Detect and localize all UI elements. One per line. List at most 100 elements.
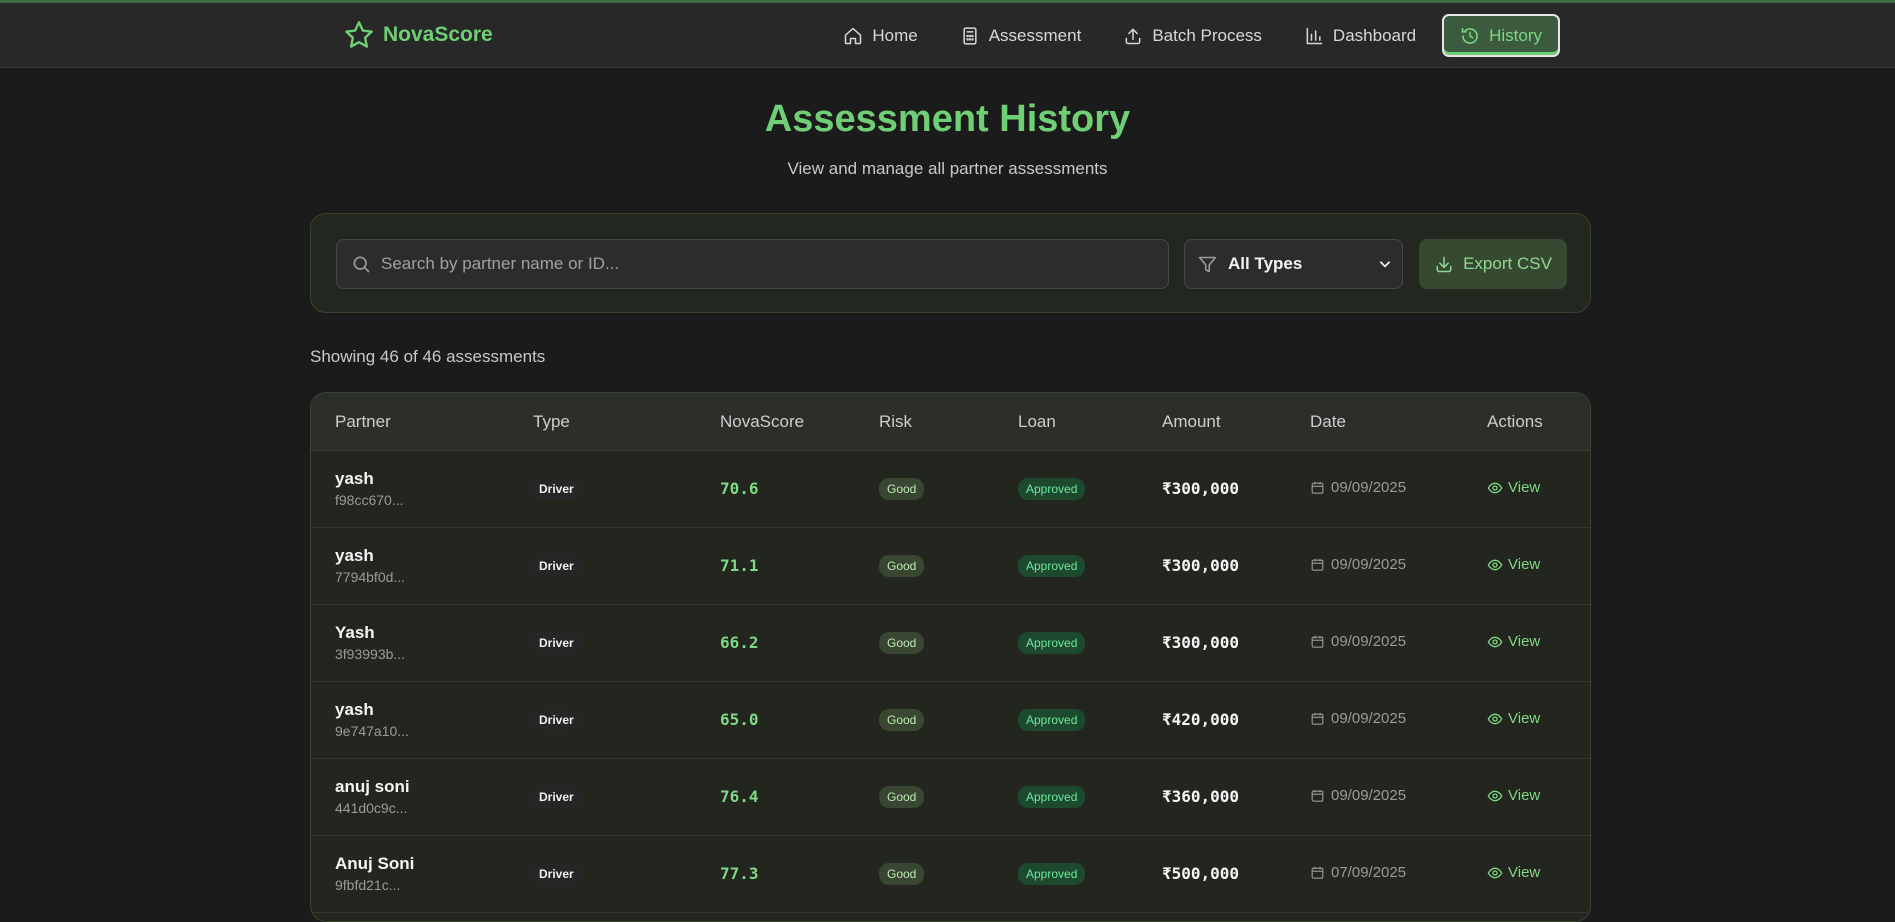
- history-icon: [1461, 27, 1478, 44]
- partner-name: anuj soni: [335, 777, 410, 796]
- eye-icon: [1487, 867, 1503, 878]
- novascore-value: 76.4: [720, 787, 759, 806]
- nav-history-label: History: [1489, 25, 1542, 45]
- partner-name: Yash: [335, 623, 375, 642]
- export-csv-button[interactable]: Export CSV: [1419, 239, 1567, 289]
- nav-home-label: Home: [872, 25, 918, 45]
- partner-name: yash: [335, 469, 374, 488]
- bar-chart-icon: [1306, 27, 1323, 44]
- header-date: Date: [1310, 412, 1346, 431]
- page-title: Assessment History: [764, 98, 1131, 140]
- nav-batch-process-label: Batch Process: [1152, 25, 1262, 45]
- main-nav: Home Assessment Batch Process Dashboard …: [827, 14, 1560, 57]
- search-input[interactable]: [381, 254, 1161, 274]
- assessment-date: 09/09/2025: [1310, 556, 1406, 573]
- table-row: Anuj Soni 9fbfd21c... Driver 77.3 Good Approv…: [311, 836, 1590, 913]
- risk-badge: Good: [879, 786, 925, 808]
- table-header: Partner Type NovaScore Risk Loan Amount …: [311, 393, 1590, 451]
- type-filter-value: All Types: [1228, 254, 1303, 273]
- assessment-date: 07/09/2025: [1310, 864, 1406, 881]
- amount-value: ₹300,000: [1162, 479, 1240, 498]
- date-text: 09/09/2025: [1331, 479, 1407, 496]
- assessments-table: Partner Type NovaScore Risk Loan Amount …: [310, 392, 1591, 922]
- date-text: 09/09/2025: [1331, 633, 1407, 650]
- view-button[interactable]: View: [1487, 556, 1540, 573]
- calculator-icon: [963, 26, 977, 45]
- partner-id: 9e747a10...: [335, 723, 409, 739]
- nav-dashboard-label: Dashboard: [1332, 25, 1417, 45]
- view-label: View: [1508, 710, 1541, 727]
- loan-status-badge: Approved: [1018, 786, 1086, 808]
- search-icon: [353, 256, 370, 273]
- type-badge: Driver: [530, 709, 583, 731]
- table-row: Yash 3f93993b... Driver 66.2 Good Approved ₹30…: [311, 605, 1590, 682]
- calendar-icon: [1311, 635, 1324, 648]
- partner-name: yash: [335, 700, 374, 719]
- view-button[interactable]: View: [1487, 710, 1540, 727]
- export-csv-label: Export CSV: [1463, 254, 1552, 273]
- chevron-down-icon: [1380, 261, 1390, 268]
- assessment-date: 09/09/2025: [1310, 710, 1406, 727]
- brand-logo[interactable]: NovaScore: [343, 19, 493, 51]
- table-row: yash 7794bf0d... Driver 71.1 Good Approved ₹30…: [311, 528, 1590, 605]
- partner-id: 9fbfd21c...: [335, 877, 401, 893]
- filter-toolbar: All Types Export CSV: [310, 213, 1591, 313]
- header-actions: Actions: [1487, 412, 1543, 431]
- amount-value: ₹360,000: [1162, 787, 1240, 806]
- type-badge: Driver: [530, 786, 583, 808]
- eye-icon: [1487, 636, 1503, 647]
- loan-status-badge: Approved: [1018, 863, 1086, 885]
- view-label: View: [1508, 479, 1541, 496]
- risk-badge: Good: [879, 555, 925, 577]
- view-button[interactable]: View: [1487, 787, 1540, 804]
- view-button[interactable]: View: [1487, 633, 1540, 650]
- header-novascore: NovaScore: [720, 412, 805, 431]
- calendar-icon: [1311, 866, 1324, 879]
- eye-icon: [1487, 713, 1503, 724]
- nav-history[interactable]: History: [1442, 14, 1560, 57]
- novascore-value: 71.1: [720, 556, 759, 575]
- amount-value: ₹300,000: [1162, 556, 1240, 575]
- partner-id: 441d0c9c...: [335, 800, 408, 816]
- view-button[interactable]: View: [1487, 864, 1540, 881]
- nav-assessment[interactable]: Assessment: [944, 14, 1098, 57]
- header-loan: Loan: [1018, 412, 1056, 431]
- partner-id: f98cc670...: [335, 492, 404, 508]
- calendar-icon: [1311, 558, 1324, 571]
- eye-icon: [1487, 790, 1503, 801]
- nav-dashboard[interactable]: Dashboard: [1288, 14, 1432, 57]
- risk-badge: Good: [879, 632, 925, 654]
- eye-icon: [1487, 482, 1503, 493]
- page-subtitle: View and manage all partner assessments: [787, 159, 1108, 178]
- calendar-icon: [1311, 481, 1324, 494]
- risk-badge: Good: [879, 478, 925, 500]
- type-badge: Driver: [530, 863, 583, 885]
- novascore-value: 66.2: [720, 633, 759, 652]
- table-row: yash 9e747a10... Driver 65.0 Good Approved ₹42…: [311, 682, 1590, 759]
- filter-icon: [1198, 256, 1217, 272]
- results-count: Showing 46 of 46 assessments: [310, 347, 546, 366]
- type-filter-select[interactable]: All Types: [1184, 239, 1403, 289]
- risk-badge: Good: [879, 863, 925, 885]
- search-box[interactable]: [336, 239, 1169, 289]
- type-badge: Driver: [530, 478, 583, 500]
- assessment-date: 09/09/2025: [1310, 633, 1406, 650]
- amount-value: ₹300,000: [1162, 633, 1240, 652]
- assessment-date: 09/09/2025: [1310, 787, 1406, 804]
- novascore-value: 65.0: [720, 710, 759, 729]
- view-label: View: [1508, 556, 1541, 573]
- loan-status-badge: Approved: [1018, 632, 1086, 654]
- view-button[interactable]: View: [1487, 479, 1540, 496]
- loan-status-badge: Approved: [1018, 709, 1086, 731]
- assessment-date: 09/09/2025: [1310, 479, 1406, 496]
- loan-status-badge: Approved: [1018, 478, 1086, 500]
- amount-value: ₹420,000: [1162, 710, 1240, 729]
- nav-batch-process[interactable]: Batch Process: [1107, 14, 1278, 57]
- top-navbar: NovaScore Home Assessment Batch Process …: [0, 3, 1895, 68]
- type-badge: Driver: [530, 632, 583, 654]
- date-text: 09/09/2025: [1331, 787, 1407, 804]
- type-badge: Driver: [530, 555, 583, 577]
- header-amount: Amount: [1162, 412, 1221, 431]
- nav-home[interactable]: Home: [827, 14, 933, 57]
- eye-icon: [1487, 559, 1503, 570]
